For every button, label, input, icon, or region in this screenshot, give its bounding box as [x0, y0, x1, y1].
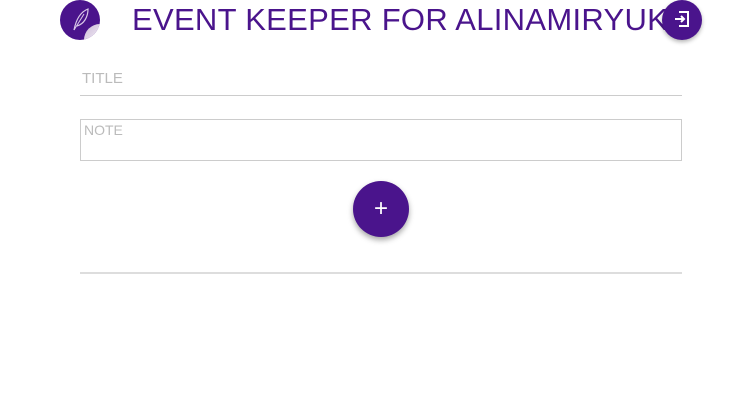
note-input[interactable] — [80, 119, 682, 161]
app-logo-feather-icon — [60, 0, 100, 40]
plus-icon: + — [373, 195, 388, 222]
add-event-button[interactable]: + — [353, 181, 409, 237]
logout-button[interactable] — [662, 0, 702, 40]
divider — [80, 272, 682, 274]
title-input[interactable] — [80, 62, 682, 96]
page-title: EVENT KEEPER FOR ALINAMIRYUK — [132, 2, 669, 37]
logout-icon — [672, 9, 692, 32]
